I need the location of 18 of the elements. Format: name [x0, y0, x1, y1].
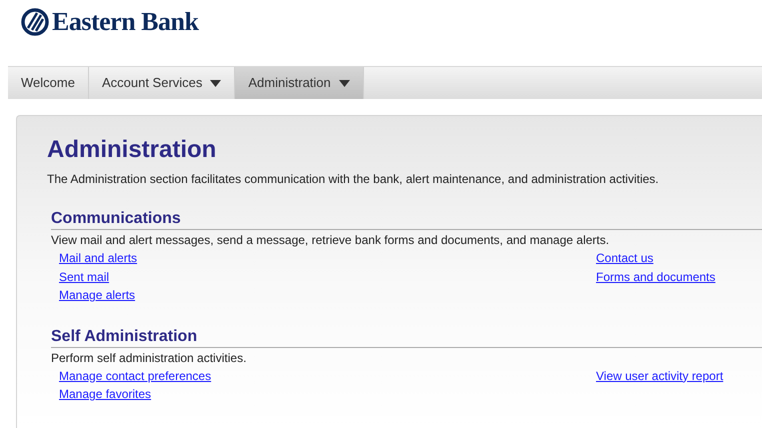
- nav-tab[interactable]: Welcome: [8, 67, 89, 99]
- link[interactable]: Mail and alerts: [59, 249, 138, 268]
- link[interactable]: Forms and documents: [596, 268, 716, 286]
- link[interactable]: Manage contact preferences: [59, 366, 212, 385]
- nav-tab[interactable]: Administration: [235, 67, 364, 99]
- section-description: View mail and alert messages, send a message, retrieve bank forms and documents, and manage alerts.: [51, 232, 610, 248]
- link[interactable]: View user activity report: [596, 366, 724, 385]
- section-title: Communications: [51, 209, 762, 230]
- page-description: The Administration section facilitates communication with the bank, alert maintenance, and administration activities.: [47, 171, 660, 187]
- link[interactable]: Contact us: [596, 249, 654, 268]
- link[interactable]: Manage alerts: [59, 286, 136, 304]
- section-title: Self Administration: [51, 326, 762, 348]
- section-description: Perform self administration activities.: [51, 350, 248, 366]
- page-title: Administration: [47, 135, 218, 165]
- link[interactable]: Manage favorites: [59, 385, 152, 404]
- link[interactable]: Sent mail: [59, 268, 110, 286]
- logo-text: Eastern Bank: [52, 9, 198, 35]
- logo-icon: [20, 7, 50, 37]
